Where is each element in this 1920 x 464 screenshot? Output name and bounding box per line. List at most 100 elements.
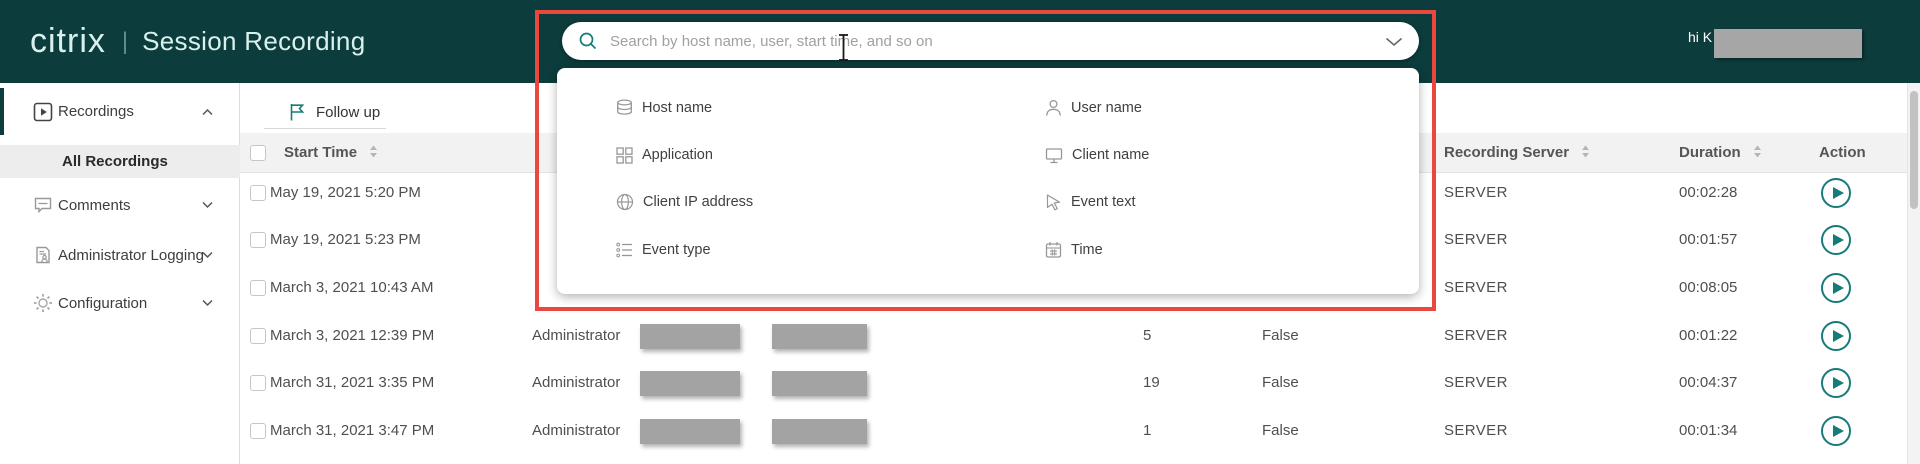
dropdown-item-label: Application	[642, 147, 713, 163]
row-checkbox[interactable]	[250, 328, 266, 344]
client-ip-address-icon	[616, 193, 634, 211]
cell-duration: 00:08:05	[1679, 264, 1737, 312]
sort-icon[interactable]	[1753, 145, 1762, 158]
recordings-icon	[33, 102, 53, 122]
cell-event-count: 1	[1143, 407, 1151, 455]
brand-logo: citrix | Session Recording	[30, 0, 365, 83]
chevron-down-icon[interactable]	[202, 202, 213, 209]
comments-icon	[33, 195, 53, 215]
dropdown-item-label: Client name	[1072, 147, 1149, 163]
cell-flag-value: False	[1262, 359, 1299, 407]
product-title: Session Recording	[142, 26, 365, 57]
cell-duration: 00:01:57	[1679, 216, 1737, 264]
table-row[interactable]: March 3, 2021 12:39 PM Administrator 5 F…	[240, 312, 1920, 360]
cell-start-time: March 3, 2021 12:39 PM	[270, 312, 434, 360]
row-checkbox[interactable]	[250, 185, 266, 201]
cell-recording-server: SERVER	[1444, 169, 1508, 217]
cell-duration: 00:01:22	[1679, 312, 1737, 360]
cell-recording-server: SERVER	[1444, 216, 1508, 264]
dropdown-item-label: Event text	[1071, 194, 1135, 210]
row-checkbox[interactable]	[250, 232, 266, 248]
play-button[interactable]	[1821, 368, 1851, 398]
cell-start-time: March 31, 2021 3:35 PM	[270, 359, 434, 407]
redacted-value	[772, 371, 867, 396]
redacted-value	[772, 324, 867, 349]
dropdown-item-application[interactable]: Application	[616, 145, 713, 165]
sidebar-item-label: Recordings	[58, 103, 134, 120]
play-button[interactable]	[1821, 273, 1851, 303]
play-button[interactable]	[1821, 178, 1851, 208]
time-icon	[1045, 241, 1062, 259]
cell-recording-server: SERVER	[1444, 264, 1508, 312]
dropdown-item-event-type[interactable]: Event type	[616, 240, 711, 260]
table-row[interactable]: March 31, 2021 3:47 PM Administrator 1 F…	[240, 407, 1920, 455]
cell-start-time: May 19, 2021 5:20 PM	[270, 169, 421, 217]
chevron-down-icon[interactable]	[202, 300, 213, 307]
cell-recording-server: SERVER	[1444, 359, 1508, 407]
sidebar-item-administrator-logging[interactable]: Administrator Logging	[0, 238, 240, 272]
search-input[interactable]	[610, 23, 1350, 59]
sort-icon[interactable]	[369, 145, 378, 158]
dropdown-item-event-text[interactable]: Event text	[1045, 192, 1135, 212]
cell-user: Administrator	[532, 359, 620, 407]
redacted-value	[640, 419, 740, 444]
dropdown-item-client-ip-address[interactable]: Client IP address	[616, 192, 753, 212]
cell-user: Administrator	[532, 407, 620, 455]
redacted-username	[1714, 29, 1862, 58]
search-chevron-down-icon[interactable]	[1385, 37, 1403, 47]
chevron-down-icon[interactable]	[202, 252, 213, 259]
column-label: Recording Server	[1444, 144, 1569, 161]
follow-up-button[interactable]: Follow up	[288, 95, 380, 129]
cell-duration: 00:04:37	[1679, 359, 1737, 407]
cell-recording-server: SERVER	[1444, 312, 1508, 360]
search-filter-dropdown: Host name Application Client IP address …	[557, 68, 1419, 294]
table-row[interactable]: March 31, 2021 3:35 PM Administrator 19 …	[240, 359, 1920, 407]
configuration-gear-icon	[33, 293, 53, 313]
cell-start-time: March 31, 2021 3:47 PM	[270, 407, 434, 455]
dropdown-item-label: Client IP address	[643, 194, 753, 210]
play-button[interactable]	[1821, 225, 1851, 255]
cell-duration: 00:02:28	[1679, 169, 1737, 217]
play-button[interactable]	[1821, 416, 1851, 446]
cell-start-time: May 19, 2021 5:23 PM	[270, 216, 421, 264]
cell-start-time: March 3, 2021 10:43 AM	[270, 264, 433, 312]
user-greeting[interactable]: hi K	[1688, 29, 1712, 45]
chevron-up-icon[interactable]	[202, 108, 213, 115]
sidebar-item-comments[interactable]: Comments	[0, 188, 240, 222]
host-name-icon	[616, 99, 633, 117]
select-all-checkbox[interactable]	[250, 145, 266, 161]
dropdown-item-client-name[interactable]: Client name	[1045, 145, 1149, 165]
cell-event-count: 5	[1143, 312, 1151, 360]
dropdown-item-label: Time	[1071, 242, 1103, 258]
sidebar-item-configuration[interactable]: Configuration	[0, 286, 240, 320]
vertical-scrollbar[interactable]	[1907, 83, 1920, 464]
administrator-logging-icon	[33, 245, 53, 265]
column-label: Start Time	[284, 144, 357, 161]
sort-icon[interactable]	[1581, 145, 1590, 158]
row-checkbox[interactable]	[250, 423, 266, 439]
play-icon	[1833, 330, 1844, 342]
user-name-icon	[1045, 99, 1062, 117]
dropdown-item-time[interactable]: Time	[1045, 240, 1103, 260]
row-checkbox[interactable]	[250, 375, 266, 391]
dropdown-item-user-name[interactable]: User name	[1045, 98, 1142, 118]
brand-divider: |	[122, 28, 128, 56]
row-checkbox[interactable]	[250, 280, 266, 296]
redacted-value	[640, 371, 740, 396]
dropdown-item-label: Event type	[642, 242, 711, 258]
column-header-start-time[interactable]: Start Time	[284, 133, 378, 173]
column-header-action: Action	[1819, 133, 1866, 173]
event-text-icon	[1045, 193, 1062, 211]
play-button[interactable]	[1821, 321, 1851, 351]
scrollbar-thumb[interactable]	[1910, 91, 1918, 209]
column-header-recording-server[interactable]: Recording Server	[1444, 133, 1590, 173]
redacted-value	[640, 324, 740, 349]
sidebar-item-all-recordings[interactable]: All Recordings	[0, 145, 240, 178]
dropdown-item-host-name[interactable]: Host name	[616, 98, 712, 118]
search-icon	[578, 31, 598, 51]
follow-up-label: Follow up	[316, 104, 380, 121]
cell-duration: 00:01:34	[1679, 407, 1737, 455]
sidebar-item-label: Configuration	[58, 295, 147, 312]
column-header-duration[interactable]: Duration	[1679, 133, 1762, 173]
sidebar-item-recordings[interactable]: Recordings	[0, 88, 240, 135]
